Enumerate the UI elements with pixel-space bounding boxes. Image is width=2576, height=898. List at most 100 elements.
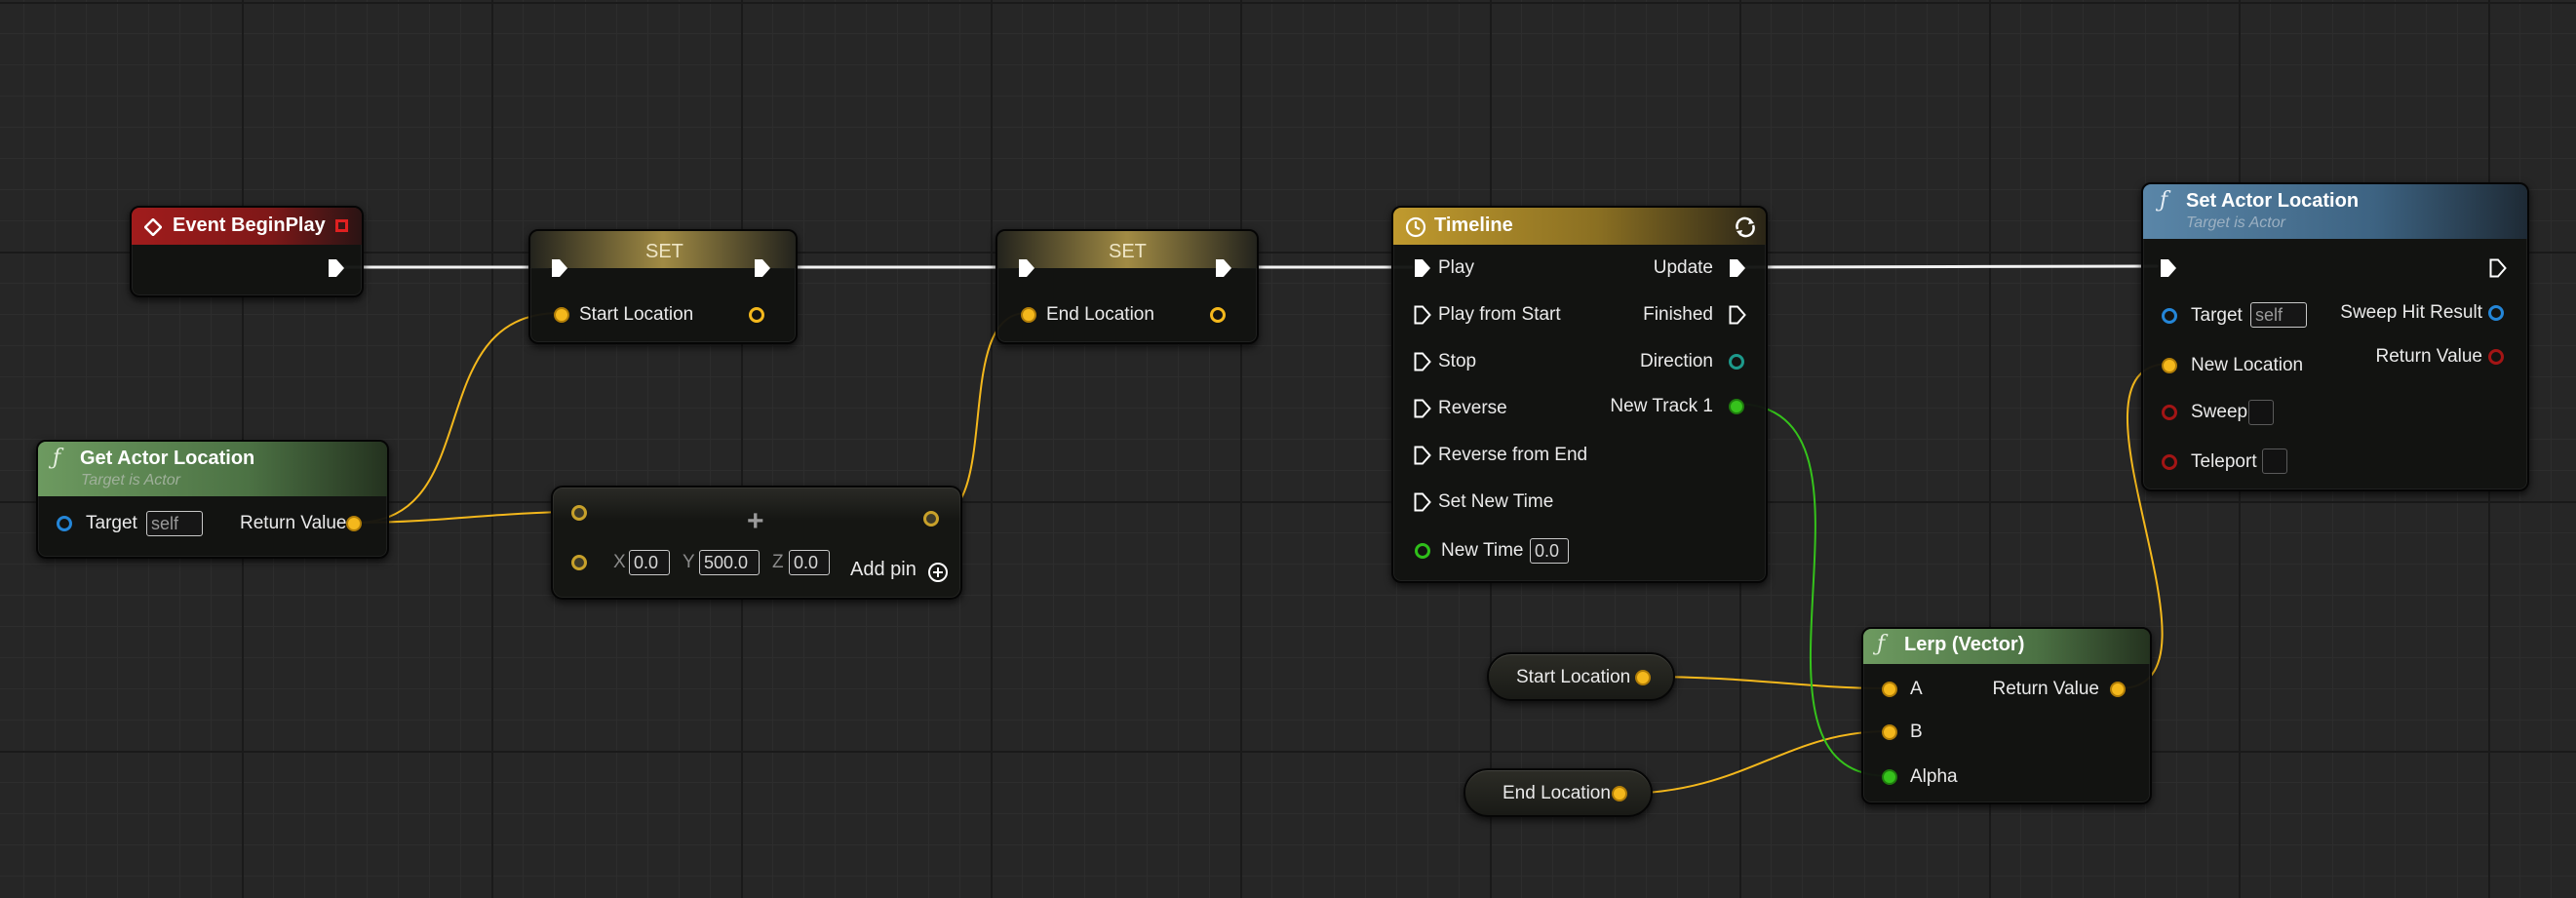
delegate-pin-icon[interactable] bbox=[335, 219, 348, 232]
node-title: Lerp (Vector) bbox=[1904, 634, 2025, 655]
exec-in-pin[interactable] bbox=[2159, 258, 2178, 278]
teleport-checkbox[interactable] bbox=[2262, 449, 2287, 474]
new-location-label: New Location bbox=[2191, 355, 2304, 375]
exec-wire-timeline-update-to-set-actor-location bbox=[1743, 264, 2159, 269]
teleport-label: Teleport bbox=[2191, 451, 2257, 472]
update-exec-pin[interactable] bbox=[1728, 258, 1747, 278]
z-axis-label: Z bbox=[772, 552, 784, 572]
finished-label: Finished bbox=[1643, 304, 1713, 325]
z-value-field[interactable]: 0.0 bbox=[789, 550, 830, 575]
input-a-pin[interactable] bbox=[571, 505, 587, 521]
get-actor-location-node[interactable]: ƒ Get Actor Location Target is Actor Tar… bbox=[36, 440, 389, 559]
node-title: Set Actor Location bbox=[2186, 190, 2360, 212]
return-value-label: Return Value bbox=[1992, 679, 2100, 699]
sweep-hit-result-pin[interactable] bbox=[2488, 305, 2504, 321]
sweep-checkbox[interactable] bbox=[2248, 400, 2274, 425]
reverse-label: Reverse bbox=[1438, 398, 1507, 418]
node-subtitle: Target is Actor bbox=[81, 472, 180, 488]
new-track-pin[interactable] bbox=[1729, 399, 1744, 414]
set-start-location-node[interactable]: SET Start Location bbox=[528, 229, 798, 344]
alpha-pin[interactable] bbox=[1882, 769, 1897, 785]
node-title: SET bbox=[1109, 241, 1147, 262]
reverse-exec-pin[interactable] bbox=[1413, 399, 1432, 418]
add-pin-icon[interactable] bbox=[927, 562, 949, 588]
a-pin[interactable] bbox=[1882, 682, 1897, 697]
output-pin[interactable] bbox=[923, 511, 939, 527]
x-value-field[interactable]: 0.0 bbox=[629, 550, 670, 575]
node-title: Get Actor Location bbox=[80, 448, 255, 469]
target-value-field[interactable]: self bbox=[146, 511, 203, 536]
target-pin[interactable] bbox=[2162, 308, 2177, 324]
end-location-label: End Location bbox=[1503, 783, 1611, 803]
exec-in-pin[interactable] bbox=[1017, 258, 1036, 278]
loop-icon bbox=[1733, 215, 1758, 244]
sweep-label: Sweep bbox=[2191, 402, 2248, 422]
target-value-field[interactable]: self bbox=[2250, 302, 2307, 328]
stop-exec-pin[interactable] bbox=[1413, 352, 1432, 371]
sweep-hit-result-label: Sweep Hit Result bbox=[2340, 302, 2482, 323]
return-value-pin[interactable] bbox=[2488, 349, 2504, 365]
new-location-pin[interactable] bbox=[2162, 358, 2177, 373]
add-pin-label[interactable]: Add pin bbox=[850, 559, 917, 581]
y-axis-label: Y bbox=[683, 552, 695, 572]
set-new-time-exec-pin[interactable] bbox=[1413, 492, 1432, 512]
reverse-from-end-exec-pin[interactable] bbox=[1413, 446, 1432, 465]
b-label: B bbox=[1910, 722, 1923, 742]
new-time-field[interactable]: 0.0 bbox=[1530, 538, 1569, 564]
teleport-pin[interactable] bbox=[2162, 454, 2177, 470]
get-end-location-node[interactable]: End Location bbox=[1464, 768, 1653, 817]
start-location-label: Start Location bbox=[579, 304, 694, 325]
finished-exec-pin[interactable] bbox=[1728, 305, 1747, 325]
b-pin[interactable] bbox=[1882, 724, 1897, 740]
vector-add-node[interactable]: + X 0.0 Y 500.0 Z 0.0 Add pin bbox=[551, 486, 962, 600]
set-new-time-label: Set New Time bbox=[1438, 491, 1554, 512]
input-b-pin[interactable] bbox=[571, 555, 587, 570]
exec-out-pin[interactable] bbox=[1214, 258, 1233, 278]
x-axis-label: X bbox=[613, 552, 626, 572]
exec-out-pin[interactable] bbox=[753, 258, 772, 278]
set-end-location-node[interactable]: SET End Location bbox=[995, 229, 1259, 344]
end-location-out-pin[interactable] bbox=[1612, 786, 1627, 801]
direction-pin[interactable] bbox=[1729, 354, 1744, 370]
event-begin-play-node[interactable]: Event BeginPlay bbox=[130, 206, 364, 297]
play-from-start-exec-pin[interactable] bbox=[1413, 305, 1432, 325]
play-label: Play bbox=[1438, 257, 1474, 278]
get-start-location-node[interactable]: Start Location bbox=[1487, 652, 1675, 701]
y-value-field[interactable]: 500.0 bbox=[699, 550, 760, 575]
start-location-pin[interactable] bbox=[554, 307, 569, 323]
target-label: Target bbox=[86, 513, 137, 533]
return-value-label: Return Value bbox=[2375, 346, 2483, 367]
start-location-out-pin[interactable] bbox=[1635, 670, 1651, 685]
set-actor-location-node[interactable]: ƒ Set Actor Location Target is Actor Tar… bbox=[2141, 182, 2529, 491]
timeline-node[interactable]: Timeline Play Play from Start Stop Rever… bbox=[1391, 206, 1768, 583]
play-exec-pin[interactable] bbox=[1413, 258, 1432, 278]
a-label: A bbox=[1910, 679, 1923, 699]
exec-out-pin[interactable] bbox=[2488, 258, 2508, 278]
sweep-pin[interactable] bbox=[2162, 405, 2177, 420]
start-location-label: Start Location bbox=[1516, 667, 1631, 687]
output-pin[interactable] bbox=[1210, 307, 1226, 323]
return-value-pin[interactable] bbox=[346, 516, 362, 531]
new-time-pin[interactable] bbox=[1415, 543, 1430, 559]
function-icon: ƒ bbox=[1877, 632, 1886, 656]
clock-icon bbox=[1405, 216, 1426, 243]
new-time-label: New Time bbox=[1441, 540, 1524, 561]
lerp-vector-node[interactable]: ƒ Lerp (Vector) A B Alpha Return Value bbox=[1861, 627, 2152, 804]
node-title: Event BeginPlay bbox=[173, 215, 326, 236]
diamond-icon bbox=[143, 217, 163, 241]
play-from-start-label: Play from Start bbox=[1438, 304, 1561, 325]
return-value-label: Return Value bbox=[240, 513, 347, 533]
end-location-pin[interactable] bbox=[1021, 307, 1036, 323]
stop-label: Stop bbox=[1438, 351, 1477, 371]
wire-start-location-to-lerp-a bbox=[1642, 676, 1890, 689]
update-label: Update bbox=[1653, 257, 1713, 278]
add-icon: + bbox=[747, 505, 764, 537]
target-pin[interactable] bbox=[57, 516, 72, 531]
target-label: Target bbox=[2191, 305, 2243, 326]
node-title: SET bbox=[645, 241, 683, 262]
output-pin[interactable] bbox=[749, 307, 764, 323]
reverse-from-end-label: Reverse from End bbox=[1438, 445, 1588, 465]
return-value-pin[interactable] bbox=[2110, 682, 2126, 697]
exec-out-pin[interactable] bbox=[327, 258, 346, 278]
exec-in-pin[interactable] bbox=[550, 258, 569, 278]
